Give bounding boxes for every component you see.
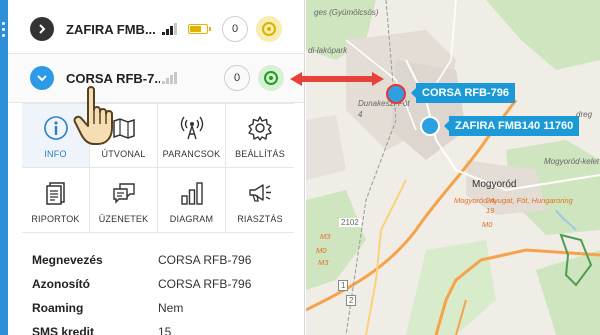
battery-icon [188, 24, 211, 34]
message-count-badge[interactable]: 0 [222, 16, 248, 42]
map-place-label: 4 [358, 110, 363, 119]
tab-commands[interactable]: PARANCSOK [158, 104, 226, 168]
tab-reports[interactable]: RIPORTOK [22, 168, 90, 233]
vehicle-info-table: Megnevezés CORSA RFB-796 Azonosító CORSA R… [32, 248, 297, 335]
vehicle-marker-corsa[interactable] [386, 84, 406, 104]
info-row: Azonosító CORSA RFB-796 [32, 272, 297, 296]
tab-label: BEÁLLÍTÁS [235, 149, 285, 159]
tab-label: PARANCSOK [162, 149, 221, 159]
signal-strength-icon [162, 23, 178, 35]
tab-diagram[interactable]: DIAGRAM [158, 168, 226, 233]
map-place-label: ges (Gyümölcsös) [314, 8, 379, 17]
info-row: Megnevezés CORSA RFB-796 [32, 248, 297, 272]
bar-chart-icon [179, 180, 205, 206]
antenna-icon [179, 115, 205, 141]
info-icon [43, 115, 69, 141]
map-road-label: M0 [482, 220, 493, 229]
map-background [306, 0, 600, 335]
tab-messages[interactable]: ÜZENETEK [90, 168, 158, 233]
signal-strength-icon [162, 72, 178, 84]
panel-drag-strip[interactable] [0, 0, 8, 335]
message-count-badge[interactable]: 0 [224, 65, 250, 91]
tab-settings[interactable]: BEÁLLÍTÁS [226, 104, 294, 168]
vehicle-action-grid: INFO ÚTVONAL PARANCSOK BEÁLLÍTÁS RIPORTO… [22, 103, 294, 233]
vehicle-row-corsa[interactable]: CORSA RFB-7... 0 [8, 54, 304, 103]
hand-pointer-icon [72, 84, 124, 148]
info-key: Azonosító [32, 277, 90, 291]
map-road-label: M0 [316, 246, 327, 255]
map-view[interactable]: ges (Gyümölcsös) di-lakópark Dunakeszi-F… [306, 0, 600, 335]
info-key: Megnevezés [32, 253, 103, 267]
info-key: SMS kredit [32, 325, 95, 335]
map-road-label: 1 [338, 280, 349, 291]
info-row: SMS kredit 15 [32, 320, 297, 335]
expand-chevron-right-icon[interactable] [30, 17, 54, 41]
gear-icon [247, 115, 273, 141]
tab-label: ÜZENETEK [98, 214, 149, 224]
map-road-label: 2A [486, 196, 496, 205]
map-road-label: M3 [320, 232, 331, 241]
vehicle-name: ZAFIRA FMB... [66, 21, 156, 37]
map-road-label: 19 [486, 206, 495, 215]
info-value: CORSA RFB-796 [158, 277, 252, 291]
vehicle-callout[interactable]: CORSA RFB-796 [411, 83, 515, 103]
vehicle-callout[interactable]: ZAFIRA FMB140 11760 [443, 116, 580, 136]
chat-icon [111, 180, 137, 206]
vehicle-panel: ZAFIRA FMB... 0 CORSA RFB-7... 0 INFO ÚT… [0, 0, 305, 335]
vehicle-marker-zafira[interactable] [420, 116, 440, 136]
vehicle-row-zafira[interactable]: ZAFIRA FMB... 0 [8, 5, 304, 54]
drag-handle-icon [2, 22, 6, 40]
status-indicator-icon [256, 16, 282, 42]
map-road-label: M3 [318, 258, 329, 267]
expand-chevron-down-icon[interactable] [30, 66, 54, 90]
double-arrow-icon [290, 72, 384, 86]
map-place-label: di-lakópark [308, 46, 348, 55]
tab-label: DIAGRAM [169, 214, 214, 224]
tab-label: ÚTVONAL [101, 149, 146, 159]
info-value: 15 [158, 325, 172, 335]
tab-label: RIPORTOK [31, 214, 80, 224]
info-row: Roaming Nem [32, 296, 297, 320]
megaphone-icon [247, 180, 273, 206]
map-road-label: 2102 [339, 218, 361, 227]
info-value: CORSA RFB-796 [158, 253, 252, 267]
tab-label: RIASZTÁS [237, 214, 283, 224]
status-indicator-icon [258, 65, 284, 91]
tab-label: INFO [44, 149, 67, 159]
tab-alarm[interactable]: RIASZTÁS [226, 168, 294, 233]
map-road-label: 2 [346, 295, 357, 306]
map-place-label: Mogyoród-kelet [544, 157, 600, 166]
map-place-label: Mogyoród-nyugat, Fót, Hungaroring [454, 196, 573, 205]
document-icon [43, 180, 69, 206]
info-value: Nem [158, 301, 184, 315]
map-town-label: Mogyoród [472, 179, 517, 190]
info-key: Roaming [32, 301, 84, 315]
